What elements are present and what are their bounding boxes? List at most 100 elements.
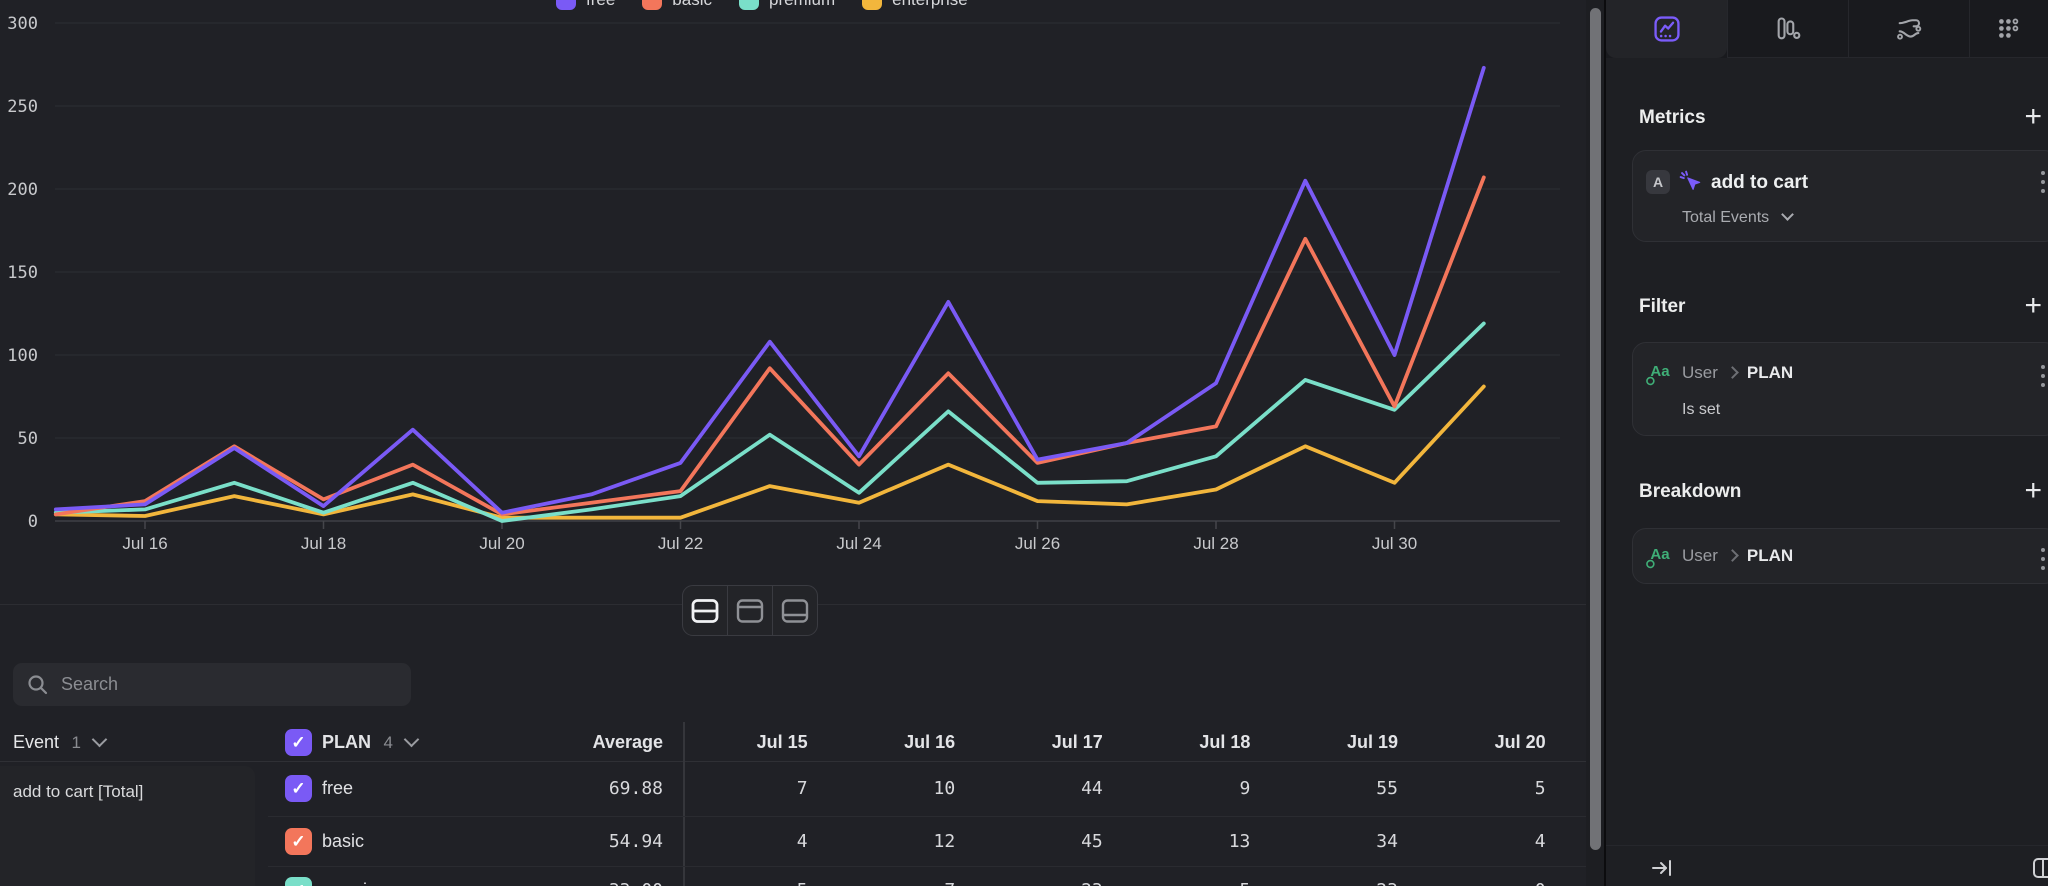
footer-bottom-view-button[interactable]	[772, 586, 817, 635]
chevron-down-icon	[1781, 208, 1794, 221]
date-column-header: Jul 20	[1398, 722, 1546, 762]
filter-property-selector[interactable]: UserPLAN	[1682, 363, 1793, 383]
x-axis-label: Jul 28	[1193, 534, 1238, 553]
split-rows-icon	[690, 598, 720, 624]
average-column-header: Average	[520, 722, 663, 762]
cell-value: 5	[1103, 866, 1251, 886]
y-axis-label: 100	[7, 346, 38, 366]
chevron-right-icon	[1726, 366, 1739, 379]
report-config-sidebar: Metrics + A add to cart Total Events Fil…	[1606, 0, 2048, 886]
y-axis-label: 200	[7, 180, 38, 200]
date-column-header: Jul 19	[1250, 722, 1398, 762]
add-metric-button[interactable]: +	[2024, 107, 2042, 127]
search-input[interactable]: Search	[13, 663, 411, 706]
svg-text:Aa: Aa	[1650, 546, 1670, 563]
breakdown-entity: User	[1682, 546, 1718, 565]
plan-column-header[interactable]: PLAN 4	[322, 722, 417, 762]
plan-header-label: PLAN	[322, 732, 371, 752]
svg-text:Aa: Aa	[1650, 363, 1670, 380]
row-label: free	[322, 764, 353, 813]
split-rows-view-button[interactable]	[683, 586, 727, 635]
cell-value: 23	[955, 866, 1103, 886]
date-column-header: Jul 16	[808, 722, 956, 762]
premium-checkbox[interactable]: ✓	[285, 877, 312, 886]
view-toggle-group	[682, 585, 818, 636]
breakdown-card[interactable]: Aa UserPLAN	[1632, 528, 2048, 584]
cell-value: 4	[1398, 817, 1546, 866]
add-filter-button[interactable]: +	[2024, 296, 2042, 316]
series-line-enterprise	[56, 387, 1484, 518]
average-value: 54.94	[520, 817, 663, 866]
line-chart-icon	[1653, 15, 1681, 43]
metric-card[interactable]: A add to cart Total Events	[1632, 150, 2048, 242]
metric-options-button[interactable]	[2041, 171, 2045, 193]
row-label: basic	[322, 817, 364, 866]
header-top-icon	[735, 598, 765, 624]
sidebar-footer	[1606, 845, 2048, 886]
cell-value: 45	[955, 817, 1103, 866]
breakdown-property-selector[interactable]: UserPLAN	[1682, 546, 1793, 566]
date-column-header: Jul 17	[955, 722, 1103, 762]
average-value: 33.00	[520, 866, 663, 886]
x-axis-label: Jul 22	[658, 534, 703, 553]
filter-operator[interactable]: Is set	[1682, 401, 1720, 419]
y-axis-label: 150	[7, 263, 38, 283]
y-axis-label: 0	[28, 512, 38, 532]
cell-value: 12	[808, 817, 956, 866]
cell-value: 4	[660, 817, 808, 866]
cell-value: 7	[808, 866, 956, 886]
series-line-premium	[56, 324, 1484, 522]
event-header-count: 1	[71, 733, 80, 752]
x-axis-label: Jul 30	[1372, 534, 1417, 553]
date-column-header: Jul 18	[1103, 722, 1251, 762]
aggregation-dropdown[interactable]: Total Events	[1682, 209, 1792, 227]
header-top-view-button[interactable]	[727, 586, 772, 635]
cell-value: 0	[1398, 866, 1546, 886]
table-row-premium: ✓premium33.0057235230	[0, 866, 1586, 886]
x-axis-label: Jul 18	[301, 534, 346, 553]
filter-heading: Filter	[1639, 296, 1685, 318]
tab-more-apps[interactable]	[1969, 0, 2048, 58]
plan-select-all-checkbox[interactable]: ✓	[285, 729, 312, 756]
add-breakdown-button[interactable]: +	[2024, 481, 2042, 501]
y-axis-label: 50	[18, 429, 38, 449]
free-checkbox[interactable]: ✓	[285, 775, 312, 802]
row-label: premium	[322, 866, 392, 886]
aggregation-label: Total Events	[1682, 209, 1769, 226]
text-property-icon: Aa	[1645, 543, 1673, 571]
table-header-divider	[0, 761, 1586, 762]
filter-card[interactable]: Aa UserPLAN Is set	[1632, 342, 2048, 436]
tab-flows[interactable]	[1848, 0, 1969, 58]
cell-value: 9	[1103, 764, 1251, 813]
collapse-sidebar-icon[interactable]	[1650, 856, 1674, 880]
metric-event-name: add to cart	[1711, 172, 1808, 194]
series-line-free	[56, 68, 1484, 513]
layout-columns-icon[interactable]	[2032, 855, 2048, 881]
tab-insights[interactable]	[1606, 0, 1727, 58]
search-icon	[27, 674, 49, 696]
basic-checkbox[interactable]: ✓	[285, 828, 312, 855]
average-value: 69.88	[520, 764, 663, 813]
x-axis-label: Jul 24	[836, 534, 881, 553]
cell-value: 10	[808, 764, 956, 813]
chevron-down-icon	[404, 732, 420, 748]
breakdown-options-button[interactable]	[2041, 548, 2045, 570]
event-column-header[interactable]: Event 1	[13, 722, 105, 762]
insights-report-page: freebasicpremiumenterprise 0501001502002…	[0, 0, 2048, 886]
chart-type-tabbar	[1606, 0, 2048, 58]
x-axis-label: Jul 26	[1015, 534, 1060, 553]
y-axis-label: 250	[7, 97, 38, 117]
click-event-icon	[1679, 170, 1703, 194]
metrics-heading: Metrics	[1639, 107, 1706, 129]
tab-funnels[interactable]	[1727, 0, 1848, 58]
metric-letter-badge: A	[1646, 170, 1670, 194]
filter-options-button[interactable]	[2041, 365, 2045, 387]
breakdown-heading: Breakdown	[1639, 481, 1741, 503]
cell-value: 7	[660, 764, 808, 813]
cell-value: 34	[1250, 817, 1398, 866]
cell-value: 23	[1250, 866, 1398, 886]
table-row-free: ✓free69.88710449555	[0, 764, 1586, 813]
text-property-icon: Aa	[1645, 360, 1673, 388]
scrollbar-thumb[interactable]	[1590, 8, 1601, 850]
cell-value: 13	[1103, 817, 1251, 866]
